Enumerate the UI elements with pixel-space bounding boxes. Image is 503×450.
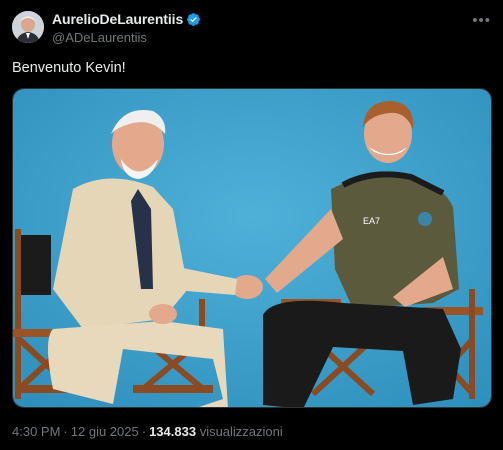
tweet-text: Benvenuto Kevin! [12,60,126,76]
author-handle[interactable]: @ADeLaurentiis [52,30,201,45]
tweet-date[interactable]: 12 giu 2025 [71,424,139,439]
meta-separator-2: · [141,424,147,439]
meta-separator: · [63,424,68,439]
avatar-image [12,11,44,43]
author-name-row: AurelioDeLaurentiis [52,11,201,27]
photo-image: EA7 [13,89,491,407]
tweet-meta: 4:30 PM · 12 giu 2025 · 134.833 visualizzazi… [12,424,283,439]
jersey-brand: EA7 [363,216,380,226]
views-label[interactable]: visualizzazioni [200,424,283,439]
more-options-icon[interactable]: ••• [472,12,491,29]
author-avatar[interactable] [12,11,44,43]
verified-badge-icon [187,12,201,26]
author-block: AurelioDeLaurentiis @ADeLaurentiis [52,11,201,45]
tweet-time[interactable]: 4:30 PM [12,424,60,439]
author-display-name[interactable]: AurelioDeLaurentiis [52,11,183,27]
tweet-photo[interactable]: EA7 [12,88,492,408]
views-count[interactable]: 134.833 [149,424,196,439]
